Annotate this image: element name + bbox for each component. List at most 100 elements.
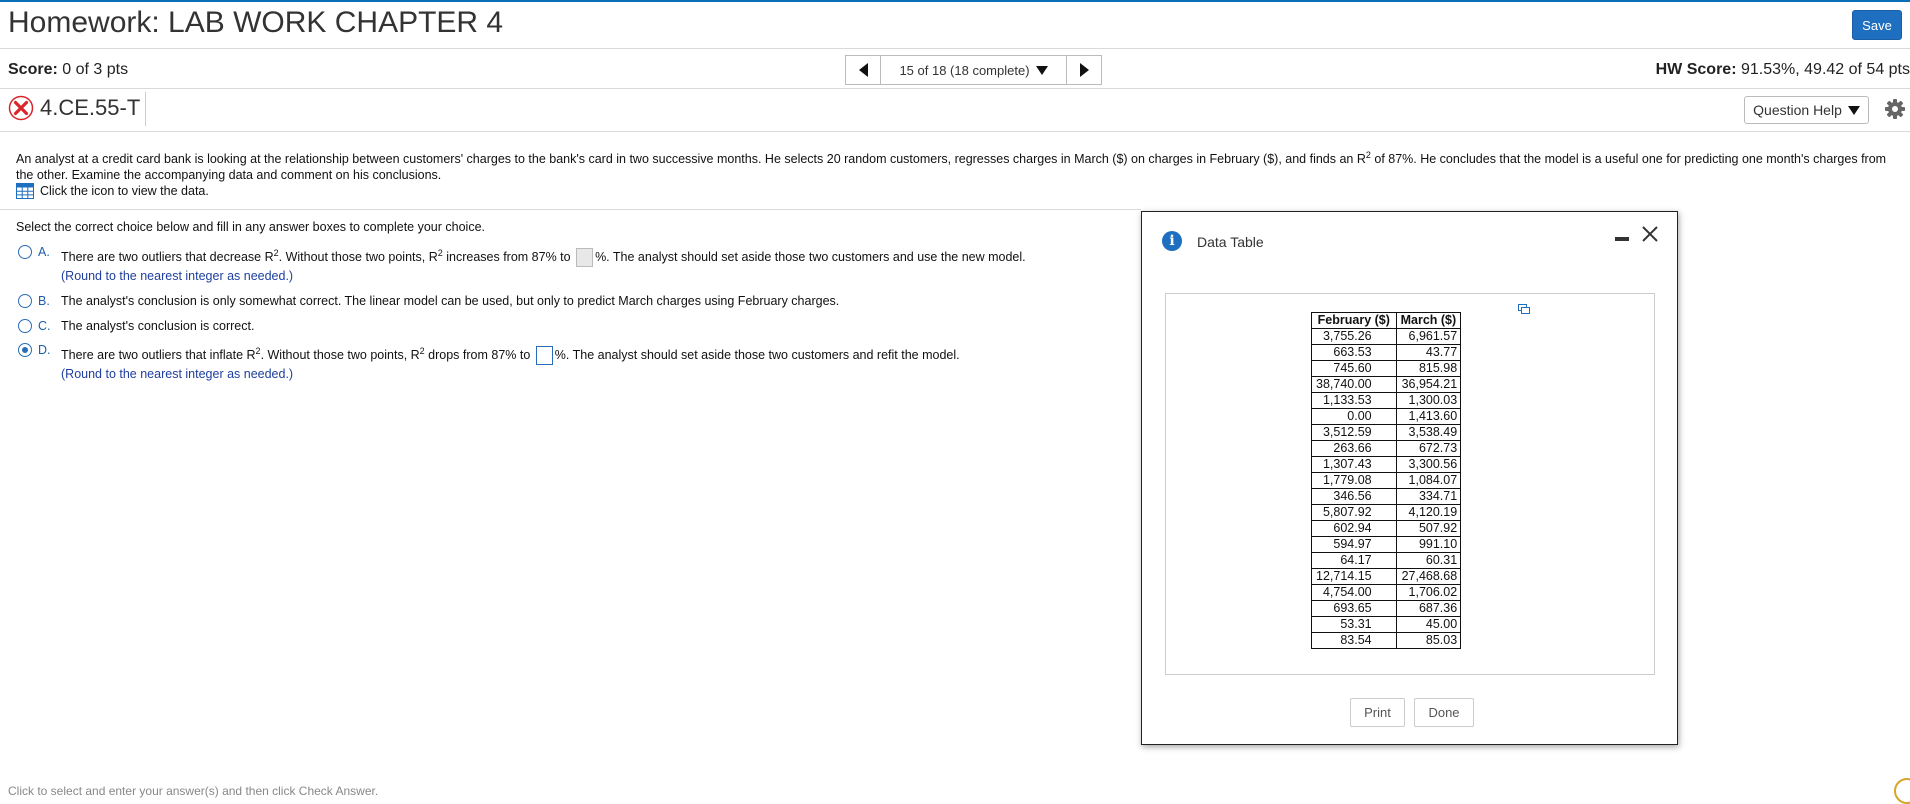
print-button[interactable]: Print: [1350, 698, 1405, 727]
previous-question-button[interactable]: [845, 55, 881, 85]
done-button[interactable]: Done: [1414, 698, 1474, 727]
divider: [145, 92, 146, 126]
march-cell: 1,084.07: [1395, 472, 1462, 489]
march-cell: 991.10: [1395, 536, 1462, 553]
data-table: February ($) March ($) 3,755.26 6,961.57 6…: [1311, 312, 1462, 649]
february-cell: 263.66: [1311, 440, 1397, 457]
data-table-icon[interactable]: [16, 183, 34, 199]
question-select-dropdown[interactable]: 15 of 18 (18 complete): [881, 55, 1066, 85]
copy-icon[interactable]: [1518, 304, 1530, 314]
choice-d-text: There are two outliers that inflate R2. …: [61, 346, 960, 366]
next-question-button[interactable]: [1066, 55, 1102, 85]
top-accent-line: [0, 0, 1910, 2]
choice-d-answer-box[interactable]: [535, 346, 553, 366]
choice-b-radio[interactable]: [18, 294, 32, 308]
february-cell: 1,307.43: [1311, 456, 1397, 473]
table-row: 38,740.00 36,954.21: [1311, 376, 1462, 393]
table-row: 3,512.59 3,538.49: [1311, 424, 1462, 441]
february-cell: 1,133.53: [1311, 392, 1397, 409]
hw-score-label: HW Score:: [1655, 61, 1737, 78]
choice-a-answer-box[interactable]: [576, 248, 594, 268]
table-row: 83.54 85.03: [1311, 632, 1462, 649]
footer-instruction: Click to select and enter your answer(s)…: [8, 784, 379, 798]
table-row: 4,754.00 1,706.02: [1311, 584, 1462, 601]
incorrect-x-icon: [8, 95, 34, 121]
choice-d-radio[interactable]: [18, 343, 32, 357]
march-cell: 1,300.03: [1395, 392, 1462, 409]
data-table-dialog: i Data Table February ($) March ($) 3,75…: [1141, 211, 1678, 745]
chevron-down-icon: [1847, 105, 1860, 115]
march-cell: 43.77: [1395, 344, 1462, 361]
gear-icon[interactable]: [1884, 98, 1906, 120]
question-help-button[interactable]: Question Help: [1744, 96, 1869, 124]
march-cell: 672.73: [1395, 440, 1462, 457]
choice-b-letter: B.: [38, 294, 50, 308]
february-cell: 745.60: [1311, 360, 1397, 377]
hw-score-display: HW Score: 91.53%, 49.42 of 54 pts: [1656, 61, 1910, 79]
choice-c-letter: C.: [38, 319, 51, 333]
february-cell: 4,754.00: [1311, 584, 1397, 601]
score-value: 0 of 3 pts: [62, 61, 129, 78]
choice-a-text: There are two outliers that decrease R2.…: [61, 248, 1026, 268]
choice-a-radio[interactable]: [18, 245, 32, 259]
march-cell: 6,961.57: [1395, 328, 1462, 345]
march-cell: 687.36: [1395, 600, 1462, 617]
february-cell: 693.65: [1311, 600, 1397, 617]
february-cell: 5,807.92: [1311, 504, 1397, 521]
february-cell: 83.54: [1311, 632, 1397, 649]
table-row: 53.31 45.00: [1311, 616, 1462, 633]
save-button[interactable]: Save: [1852, 10, 1902, 40]
table-row: 1,779.08 1,084.07: [1311, 472, 1462, 489]
question-id: 4.CE.55-T: [40, 95, 141, 120]
table-row: 602.94 507.92: [1311, 520, 1462, 537]
march-cell: 334.71: [1395, 488, 1462, 505]
february-cell: 38,740.00: [1311, 376, 1397, 393]
help-badge-icon[interactable]: [1894, 778, 1910, 804]
choice-a-letter: A.: [38, 245, 50, 259]
choice-d-letter: D.: [38, 343, 51, 357]
table-row: 12,714.15 27,468.68: [1311, 568, 1462, 585]
view-data-link[interactable]: Click the icon to view the data.: [16, 183, 209, 199]
table-row: 263.66 672.73: [1311, 440, 1462, 457]
question-position: 15 of 18 (18 complete): [899, 62, 1030, 78]
question-help-label: Question Help: [1753, 102, 1842, 118]
february-cell: 602.94: [1311, 520, 1397, 537]
march-cell: 45.00: [1395, 616, 1462, 633]
march-cell: 507.92: [1395, 520, 1462, 537]
table-row: 594.97 991.10: [1311, 536, 1462, 553]
divider: [0, 48, 1910, 49]
february-cell: 3,512.59: [1311, 424, 1397, 441]
dialog-title: Data Table: [1197, 234, 1264, 250]
choice-d-rounding-note: (Round to the nearest integer as needed.…: [61, 367, 294, 381]
choice-a-rounding-note: (Round to the nearest integer as needed.…: [61, 269, 294, 283]
question-navigator: 15 of 18 (18 complete): [845, 55, 1102, 85]
column-header: February ($): [1311, 312, 1397, 329]
choice-c-radio[interactable]: [18, 319, 32, 333]
minimize-icon[interactable]: [1615, 237, 1629, 241]
score-display: Score: 0 of 3 pts: [8, 61, 128, 79]
view-data-label: Click the icon to view the data.: [40, 184, 209, 198]
table-row: 745.60 815.98: [1311, 360, 1462, 377]
february-cell: 53.31: [1311, 616, 1397, 633]
february-cell: 3,755.26: [1311, 328, 1397, 345]
table-row: 1,307.43 3,300.56: [1311, 456, 1462, 473]
table-row: 5,807.92 4,120.19: [1311, 504, 1462, 521]
february-cell: 1,779.08: [1311, 472, 1397, 489]
table-row: 693.65 687.36: [1311, 600, 1462, 617]
page-title: Homework: LAB WORK CHAPTER 4: [8, 6, 504, 39]
close-icon[interactable]: [1639, 223, 1661, 245]
march-cell: 60.31: [1395, 552, 1462, 569]
march-cell: 3,538.49: [1395, 424, 1462, 441]
table-row: 663.53 43.77: [1311, 344, 1462, 361]
table-row: 0.00 1,413.60: [1311, 408, 1462, 425]
problem-text-start: An analyst at a credit card bank is look…: [16, 152, 1366, 167]
february-cell: 12,714.15: [1311, 568, 1397, 585]
march-cell: 85.03: [1395, 632, 1462, 649]
choice-b-text: The analyst's conclusion is only somewha…: [61, 294, 840, 308]
february-cell: 594.97: [1311, 536, 1397, 553]
march-cell: 3,300.56: [1395, 456, 1462, 473]
table-row: 3,755.26 6,961.57: [1311, 328, 1462, 345]
choice-c-text: The analyst's conclusion is correct.: [61, 319, 255, 333]
february-cell: 346.56: [1311, 488, 1397, 505]
february-cell: 64.17: [1311, 552, 1397, 569]
